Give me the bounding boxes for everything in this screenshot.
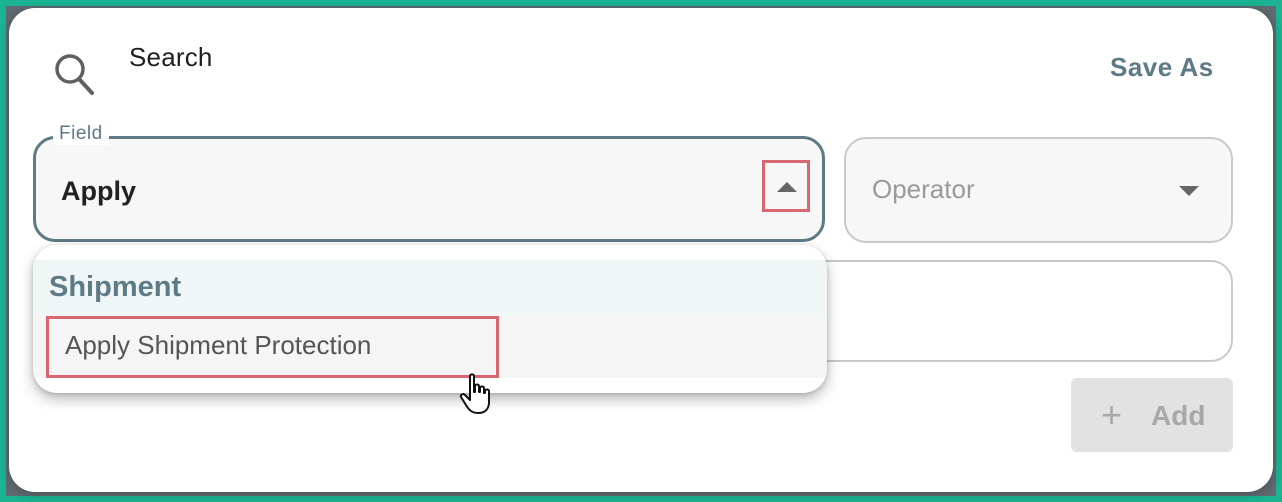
plus-icon: +	[1101, 394, 1123, 435]
dropdown-option-label[interactable]: Apply Shipment Protection	[65, 330, 371, 361]
search-icon	[55, 54, 94, 95]
field-dropdown-toggle[interactable]	[762, 160, 810, 212]
add-button-label: Add	[1151, 400, 1206, 431]
arrow-up-icon	[777, 182, 797, 192]
value-input[interactable]	[780, 260, 1233, 362]
field-label: Field	[53, 123, 109, 145]
add-button[interactable]: + Add	[1071, 378, 1233, 452]
dropdown-option[interactable]: Apply Shipment Protection	[33, 316, 827, 378]
hand-cursor-icon	[459, 373, 490, 414]
save-as-button[interactable]: Save As	[1110, 52, 1235, 83]
field-dropdown-menu: Shipment Apply Shipment Protection	[33, 245, 827, 393]
chevron-down-icon[interactable]	[1179, 186, 1199, 196]
field-select[interactable]	[33, 136, 825, 242]
dropdown-group-header: Shipment	[33, 260, 827, 316]
field-value[interactable]: Apply	[61, 176, 136, 207]
dropdown-group-label: Shipment	[49, 271, 182, 303]
operator-placeholder: Operator	[872, 174, 975, 204]
dialog-title: Search	[129, 42, 213, 72]
